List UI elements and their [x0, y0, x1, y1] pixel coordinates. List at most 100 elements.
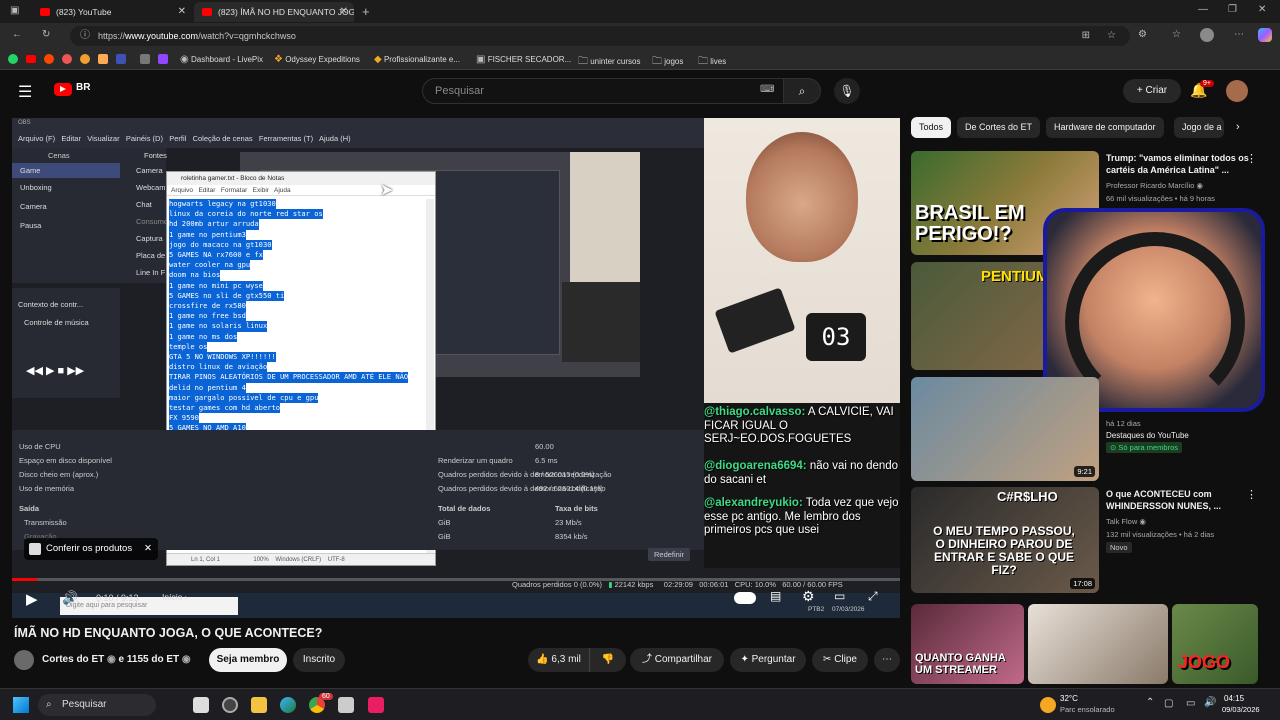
close-tab-icon[interactable]: ✕ [178, 2, 186, 22]
scene-item[interactable]: Unboxing [12, 178, 120, 197]
bookmark-fischer[interactable]: ▣ FISCHER SECADOR... [476, 54, 571, 65]
bookmark-icon[interactable] [80, 54, 90, 64]
youtube-bookmark-icon[interactable] [26, 55, 36, 63]
hamburger-menu-icon[interactable]: ☰ [18, 82, 32, 102]
notepad-menu-item[interactable]: Formatar [221, 187, 247, 194]
favorites-icon[interactable]: ☆ [1172, 29, 1181, 40]
taskbar-search[interactable]: ⌕ Pesquisar [38, 694, 156, 716]
miniplayer-icon[interactable]: ▭ [834, 589, 845, 603]
close-icon[interactable]: ✕ [144, 538, 152, 560]
obs-menu-item[interactable]: Editar [61, 134, 81, 143]
subscribed-button[interactable]: Inscrito [293, 648, 345, 672]
channel-name[interactable]: Cortes do ET ◉ e 1155 do ET ◉ [42, 654, 191, 665]
search-input[interactable]: Pesquisar [422, 78, 784, 104]
bookmark-lives[interactable]: 🗀 lives [698, 54, 726, 71]
volume-icon[interactable]: 🔊 [1204, 697, 1216, 708]
like-button[interactable]: 👍 6,3 mil [528, 648, 590, 672]
clock-date[interactable]: 09/03/2026 [1222, 705, 1260, 714]
reddit-bookmark-icon[interactable] [44, 54, 54, 64]
related-thumbnail[interactable]: 9:21 [911, 377, 1099, 481]
create-button[interactable]: + Criar [1123, 79, 1181, 103]
extensions-icon[interactable]: ⚙ [1138, 29, 1147, 40]
maximize-icon[interactable]: ❐ [1228, 4, 1237, 15]
favorite-star-icon[interactable]: ☆ [1107, 26, 1116, 46]
source-item[interactable]: Captura [120, 230, 166, 247]
scene-item[interactable]: Camera [12, 197, 120, 216]
media-controls[interactable]: ◀◀ ▶ ■ ▶▶ [26, 364, 84, 377]
app-icon[interactable] [222, 697, 238, 713]
bookmark-uninter[interactable]: 🗀 uninter cursos [578, 54, 640, 71]
scene-item[interactable]: Pausa [12, 216, 120, 235]
obs-menu-item[interactable]: Arquivo (F) [18, 134, 55, 143]
more-menu-icon[interactable]: ⋯ [1234, 29, 1244, 40]
chip-all[interactable]: Todos [911, 117, 952, 138]
site-info-icon[interactable]: ⓘ [80, 26, 90, 46]
clock-time[interactable]: 04:15 [1224, 694, 1244, 703]
subtitles-icon[interactable]: ▤ [770, 589, 781, 603]
settings-gear-icon[interactable]: ⚙ [802, 588, 815, 605]
obs-menu-item[interactable]: Perfil [169, 134, 186, 143]
related-title[interactable]: O que ACONTECEU com WHINDERSSON NUNES, .… [1106, 488, 1256, 512]
clip-button[interactable]: ✂ Clipe [812, 648, 868, 672]
bookmark-livepix[interactable]: ◉ Dashboard - LivePix [180, 54, 263, 65]
obs-menu-item[interactable]: Visualizar [87, 134, 119, 143]
channel-avatar[interactable] [14, 650, 34, 670]
related-channel[interactable]: Professor Ricardo Marcílio ◉ [1106, 180, 1266, 191]
bookmark-icon[interactable] [116, 54, 126, 64]
more-actions-button[interactable]: ⋯ [874, 648, 900, 672]
volume-icon[interactable]: 🔊 [62, 590, 78, 606]
source-item[interactable]: Consumo [120, 213, 168, 230]
more-vert-icon[interactable]: ⋮ [1246, 152, 1257, 165]
app-icon[interactable] [368, 697, 384, 713]
chip-hardware[interactable]: Hardware de computador [1046, 117, 1164, 138]
video-player[interactable]: OBS Arquivo (F) Editar Visualizar Painéi… [12, 118, 900, 618]
window-menu-icon[interactable]: ▣ [10, 5, 19, 16]
bookmark-jogos[interactable]: 🗀 jogos [652, 54, 683, 71]
notepad-menu-item[interactable]: Editar [198, 187, 215, 194]
obs-menu-item[interactable]: Ferramentas (T) [259, 134, 313, 143]
chevron-right-icon[interactable]: › [1236, 121, 1240, 133]
chapter-label[interactable]: Início › [162, 592, 188, 602]
related-thumbnail[interactable]: QUANTO GANHA UM STREAMER [911, 604, 1024, 684]
related-thumbnail[interactable] [1028, 604, 1168, 684]
app-available-icon[interactable]: ⊞ [1082, 26, 1090, 46]
bookmark-icon[interactable] [140, 54, 150, 64]
product-button[interactable]: Conferir os produtos ✕ [24, 538, 158, 560]
search-button[interactable]: ⌕ [783, 78, 821, 104]
video-progress-bar[interactable] [12, 578, 900, 581]
related-channel[interactable]: Talk Flow ◉ [1106, 516, 1266, 527]
scene-item[interactable]: Game [12, 163, 120, 178]
bookmark-icon[interactable] [62, 54, 72, 64]
account-avatar[interactable] [1226, 80, 1248, 102]
source-item[interactable]: Webcam [120, 179, 166, 196]
obs-menu-item[interactable]: Painéis (D) [126, 134, 163, 143]
related-channel[interactable]: Destaques do YouTube [1106, 430, 1256, 442]
copilot-icon[interactable] [1258, 28, 1272, 42]
tab-video[interactable]: (823) ÍMÃ NO HD ENQUANTO JOGA, O QUE ACO… [194, 2, 354, 22]
close-tab-icon[interactable]: ✕ [340, 2, 348, 22]
voice-search-button[interactable]: 🎙 [834, 78, 860, 104]
dislike-button[interactable]: 👎 [590, 648, 626, 672]
notepad-menu-item[interactable]: Arquivo [171, 187, 193, 194]
play-button[interactable]: ▶ [26, 590, 38, 608]
url-field[interactable]: ⓘ https://www.youtube.com/watch?v=qgmhck… [70, 26, 1130, 46]
profile-avatar[interactable] [1200, 28, 1214, 42]
source-item[interactable]: Chat [120, 196, 166, 213]
keyboard-icon[interactable]: ⌨ [760, 84, 774, 95]
reset-button[interactable]: Redefinir [648, 548, 691, 561]
related-thumbnail[interactable]: JOGO [1172, 604, 1258, 684]
notepad-menu-item[interactable]: Ajuda [274, 187, 291, 194]
related-thumbnail[interactable]: C#R$LHO O MEU TEMPO PASSOU, O DINHEIRO P… [911, 487, 1099, 593]
file-explorer-icon[interactable] [251, 697, 267, 713]
related-title[interactable]: Trump: "vamos eliminar todos os cartéis … [1106, 152, 1256, 176]
task-view-icon[interactable] [193, 697, 209, 713]
reload-icon[interactable]: ↻ [42, 29, 50, 40]
bookmark-icon[interactable] [98, 54, 108, 64]
edge-icon[interactable] [280, 697, 296, 713]
obs-menu-item[interactable]: Coleção de cenas [193, 134, 253, 143]
network-icon[interactable]: ▭ [1186, 698, 1195, 709]
bookmark-profissionalizante[interactable]: ◆ Profissionalizante e... [374, 54, 460, 65]
bookmark-odyssey[interactable]: ❖ Odyssey Expeditions [274, 54, 360, 65]
notepad-menu-item[interactable]: Exibir [253, 187, 269, 194]
minimize-icon[interactable]: — [1198, 4, 1208, 15]
